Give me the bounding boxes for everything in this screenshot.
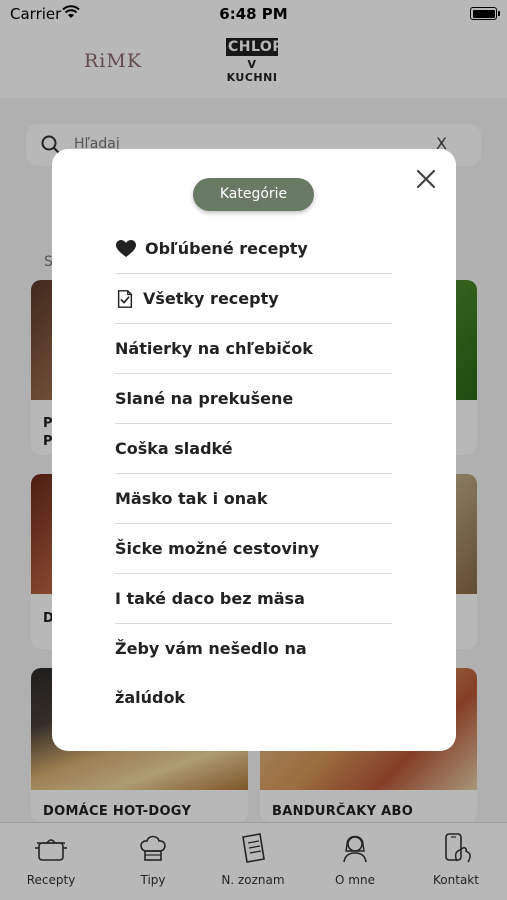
category-item-all-recipes[interactable]: Všetky recepty (115, 274, 392, 324)
category-label: Slané na prekušene (115, 389, 294, 408)
category-item-spreads[interactable]: Nátierky na chľebičok (115, 324, 392, 374)
category-label: Nátierky na chľebičok (115, 339, 313, 358)
clipboard-check-icon (117, 289, 133, 308)
category-item-pasta[interactable]: Šicke možné cestoviny (115, 524, 392, 574)
category-list: Obľúbené recepty Všetky recepty Nátierky… (115, 224, 392, 722)
close-icon[interactable] (414, 167, 438, 191)
category-label: Obľúbené recepty (145, 239, 308, 258)
categories-modal: Kategórie Obľúbené recepty Všetky recept… (52, 149, 456, 751)
category-item-savory-snacks[interactable]: Slané na prekušene (115, 374, 392, 424)
category-label: Coška sladké (115, 439, 233, 458)
categories-heading: Kategórie (193, 178, 314, 211)
category-label: Všetky recepty (143, 289, 279, 308)
category-label: I také daco bez mäsa (115, 589, 305, 608)
category-label: Mäsko tak i onak (115, 489, 268, 508)
category-item-meatless[interactable]: I také daco bez mäsa (115, 574, 392, 624)
category-item-sweets[interactable]: Coška sladké (115, 424, 392, 474)
category-item-light-meals[interactable]: Žeby vám nešedlo na žalúdok (115, 624, 392, 722)
category-item-meat[interactable]: Mäsko tak i onak (115, 474, 392, 524)
category-label: Šicke možné cestoviny (115, 539, 320, 558)
category-label: Žeby vám nešedlo na žalúdok (115, 639, 307, 707)
category-item-favorites[interactable]: Obľúbené recepty (115, 224, 392, 274)
heart-icon (116, 239, 136, 257)
